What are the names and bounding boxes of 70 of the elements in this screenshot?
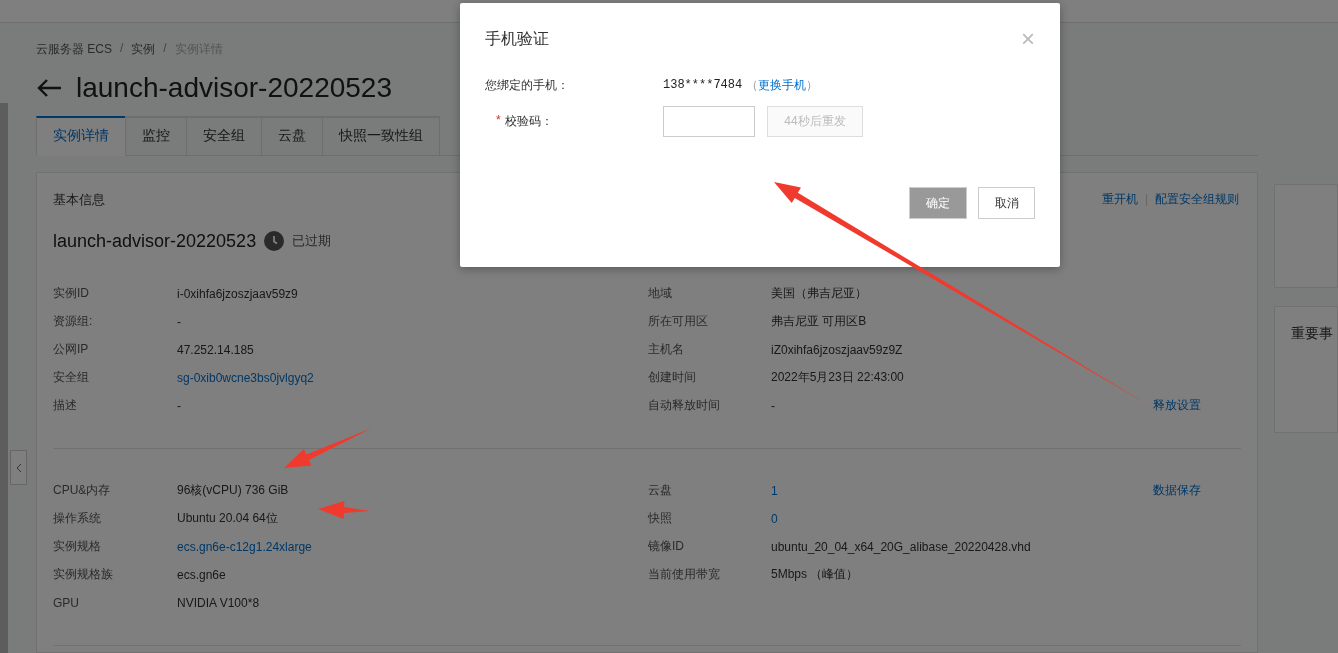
- field-label: 主机名: [648, 341, 685, 359]
- annotation-arrow: [318, 501, 370, 519]
- tab[interactable]: 监控: [125, 115, 187, 156]
- tab[interactable]: 实例详情: [36, 115, 126, 156]
- action-link[interactable]: 配置安全组规则: [1155, 191, 1239, 209]
- field-label: 地域: [648, 285, 673, 303]
- field-label: 当前使用带宽: [648, 566, 721, 584]
- field-value: 弗吉尼亚 可用区B: [771, 313, 868, 331]
- phone-number: 138****7484: [663, 78, 743, 92]
- field-value: ecs.gn6e: [177, 567, 227, 582]
- cancel-button[interactable]: 取消: [978, 187, 1035, 219]
- field-label: 公网IP: [53, 341, 90, 359]
- field-label: 镜像ID: [648, 538, 685, 556]
- field-value: ubuntu_20_04_x64_20G_alibase_20220428.vhd: [771, 539, 1032, 554]
- field-value: 5Mbps （峰值）: [771, 566, 860, 584]
- field-label: 校验码：: [504, 113, 553, 130]
- code-input[interactable]: [663, 106, 755, 137]
- breadcrumb-item[interactable]: 云服务器 ECS: [36, 41, 112, 58]
- field-label: 实例规格族: [53, 566, 114, 584]
- field-label: 您绑定的手机：: [485, 76, 569, 94]
- breadcrumb-item[interactable]: 实例: [131, 41, 156, 58]
- instance-name: launch-advisor-20220523: [53, 230, 257, 252]
- clock-icon: [264, 231, 285, 252]
- field-value: -: [771, 398, 776, 413]
- field-link[interactable]: 1: [771, 483, 1153, 498]
- field-value: 美国（弗吉尼亚）: [771, 285, 868, 303]
- field-label: GPU: [53, 595, 80, 610]
- field-label: 资源组:: [53, 313, 94, 331]
- field-link[interactable]: ecs.gn6e-c12g1.24xlarge: [177, 539, 608, 554]
- tab[interactable]: 快照一致性组: [322, 115, 440, 156]
- field-value: -: [177, 398, 182, 413]
- field-label: 安全组: [53, 369, 90, 387]
- panel-title: 重要事: [1291, 325, 1333, 341]
- field-label: 自动释放时间: [648, 397, 721, 415]
- paren-text: ）: [806, 76, 819, 94]
- field-label: 操作系统: [53, 510, 102, 528]
- field-label: 描述: [53, 397, 78, 415]
- field-link[interactable]: sg-0xib0wcne3bs0jvlgyq2: [177, 370, 608, 385]
- status-text: 已过期: [292, 232, 332, 251]
- required-mark: *: [496, 113, 501, 129]
- paren-text: （: [746, 76, 759, 94]
- field-value: 47.252.14.185: [177, 342, 255, 357]
- field-value: Ubuntu 20.04 64位: [177, 510, 279, 528]
- field-link[interactable]: 0: [771, 511, 1201, 526]
- close-button[interactable]: ×: [1021, 27, 1035, 51]
- chevron-left-icon: [15, 462, 22, 473]
- breadcrumb-separator: /: [163, 41, 167, 57]
- dialog-title: 手机验证: [485, 28, 549, 49]
- field-value: -: [177, 314, 182, 329]
- field-label: 创建时间: [648, 369, 697, 387]
- field-label: CPU&内存: [53, 482, 112, 500]
- action-link[interactable]: 释放设置: [1153, 397, 1201, 415]
- field-label: 实例规格: [53, 538, 102, 556]
- field-value: NVIDIA V100*8: [177, 595, 261, 610]
- field-label: 所在可用区: [648, 313, 709, 331]
- field-value: iZ0xihfa6jzoszjaav59z9Z: [771, 342, 904, 357]
- field-value: i-0xihfa6jzoszjaav59z9: [177, 286, 299, 301]
- field-label: 快照: [648, 510, 673, 528]
- card-title: 基本信息: [53, 190, 105, 209]
- field-value: 96核(vCPU) 736 GiB: [177, 482, 290, 500]
- action-link[interactable]: 重开机: [1102, 191, 1138, 209]
- back-arrow-icon[interactable]: [36, 78, 62, 99]
- field-label: 云盘: [648, 482, 673, 500]
- collapse-button[interactable]: [10, 450, 27, 485]
- field-label: 实例ID: [53, 285, 90, 303]
- field-value: 2022年5月23日 22:43:00: [771, 369, 905, 387]
- action-link[interactable]: 数据保存: [1153, 482, 1201, 500]
- page-title: launch-advisor-20220523: [76, 72, 392, 105]
- breadcrumb-separator: /: [120, 41, 124, 57]
- change-phone-link[interactable]: 更换手机: [758, 76, 807, 94]
